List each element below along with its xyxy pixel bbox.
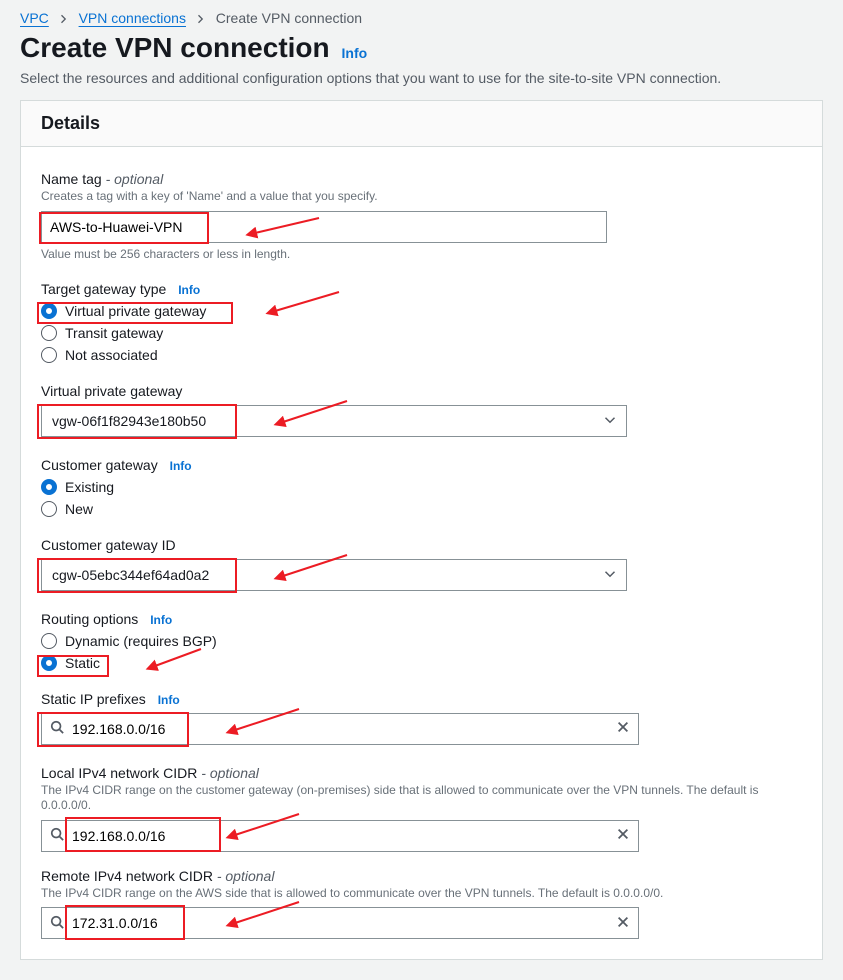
info-link[interactable]: Info	[158, 693, 180, 707]
field-local-cidr: Local IPv4 network CIDR - optional The I…	[41, 765, 802, 852]
field-cgw-id: Customer gateway ID cgw-05ebc344ef64ad0a…	[41, 537, 802, 591]
radio-label: Static	[65, 655, 100, 671]
breadcrumb-mid[interactable]: VPN connections	[79, 10, 186, 26]
radio-label: Existing	[65, 479, 114, 495]
static-prefixes-input-wrap	[41, 713, 639, 745]
radio-new[interactable]: New	[41, 501, 802, 517]
clear-icon[interactable]	[616, 827, 630, 844]
chevron-right-icon	[59, 14, 69, 24]
label-text: Customer gateway	[41, 457, 158, 473]
radio-icon	[41, 633, 57, 649]
radio-dynamic[interactable]: Dynamic (requires BGP)	[41, 633, 802, 649]
name-tag-constraint: Value must be 256 characters or less in …	[41, 247, 802, 261]
info-link[interactable]: Info	[150, 613, 172, 627]
clear-icon[interactable]	[616, 720, 630, 737]
caret-down-icon	[604, 413, 616, 429]
local-cidr-input[interactable]	[72, 821, 608, 851]
optional-suffix: - optional	[102, 171, 163, 187]
caret-down-icon	[604, 567, 616, 583]
routing-label: Routing options Info	[41, 611, 802, 627]
field-routing: Routing options Info Dynamic (requires B…	[41, 611, 802, 671]
radio-icon	[41, 501, 57, 517]
local-cidr-input-wrap	[41, 820, 639, 852]
info-link[interactable]: Info	[170, 459, 192, 473]
radio-icon	[41, 479, 57, 495]
remote-cidr-input[interactable]	[72, 908, 608, 938]
radio-vgw[interactable]: Virtual private gateway	[41, 303, 802, 319]
details-panel: Details Name tag - optional Creates a ta…	[20, 100, 823, 960]
cgw-id-label: Customer gateway ID	[41, 537, 802, 553]
optional-suffix: - optional	[213, 868, 274, 884]
radio-icon	[41, 347, 57, 363]
radio-label: Dynamic (requires BGP)	[65, 633, 217, 649]
radio-label: New	[65, 501, 93, 517]
search-icon	[50, 720, 64, 737]
select-value: vgw-06f1f82943e180b50	[52, 413, 206, 429]
radio-label: Not associated	[65, 347, 158, 363]
name-tag-label: Name tag - optional	[41, 171, 802, 187]
local-cidr-label: Local IPv4 network CIDR - optional	[41, 765, 802, 781]
local-cidr-desc: The IPv4 CIDR range on the customer gate…	[41, 783, 802, 814]
radio-label: Virtual private gateway	[65, 303, 206, 319]
page-title: Create VPN connection	[20, 32, 330, 63]
radio-static[interactable]: Static	[41, 655, 802, 671]
field-name-tag: Name tag - optional Creates a tag with a…	[41, 171, 802, 261]
radio-tgw[interactable]: Transit gateway	[41, 325, 802, 341]
chevron-right-icon	[196, 14, 206, 24]
field-remote-cidr: Remote IPv4 network CIDR - optional The …	[41, 868, 802, 940]
remote-cidr-input-wrap	[41, 907, 639, 939]
vgw-label: Virtual private gateway	[41, 383, 802, 399]
cgw-label: Customer gateway Info	[41, 457, 802, 473]
search-icon	[50, 827, 64, 844]
select-value: cgw-05ebc344ef64ad0a2	[52, 567, 209, 583]
radio-not-associated[interactable]: Not associated	[41, 347, 802, 363]
label-text: Static IP prefixes	[41, 691, 146, 707]
details-title: Details	[21, 101, 822, 147]
vgw-select[interactable]: vgw-06f1f82943e180b50	[41, 405, 627, 437]
page-header: Create VPN connection Info Select the re…	[0, 26, 843, 100]
target-type-label: Target gateway type Info	[41, 281, 802, 297]
radio-label: Transit gateway	[65, 325, 163, 341]
radio-icon	[41, 655, 57, 671]
radio-icon	[41, 303, 57, 319]
breadcrumb-root[interactable]: VPC	[20, 10, 49, 26]
breadcrumb: VPC VPN connections Create VPN connectio…	[0, 0, 843, 26]
field-target-gateway-type: Target gateway type Info Virtual private…	[41, 281, 802, 363]
label-text: Local IPv4 network CIDR	[41, 765, 197, 781]
radio-icon	[41, 325, 57, 341]
label-text: Target gateway type	[41, 281, 166, 297]
clear-icon[interactable]	[616, 915, 630, 932]
name-tag-input[interactable]	[41, 211, 607, 243]
static-prefixes-input[interactable]	[72, 714, 608, 744]
page-subtitle: Select the resources and additional conf…	[20, 70, 823, 86]
radio-existing[interactable]: Existing	[41, 479, 802, 495]
search-icon	[50, 915, 64, 932]
breadcrumb-current: Create VPN connection	[216, 10, 362, 26]
label-text: Remote IPv4 network CIDR	[41, 868, 213, 884]
field-vgw: Virtual private gateway vgw-06f1f82943e1…	[41, 383, 802, 437]
info-link[interactable]: Info	[342, 45, 368, 61]
remote-cidr-desc: The IPv4 CIDR range on the AWS side that…	[41, 886, 802, 902]
info-link[interactable]: Info	[178, 283, 200, 297]
cgw-id-select[interactable]: cgw-05ebc344ef64ad0a2	[41, 559, 627, 591]
static-prefixes-label: Static IP prefixes Info	[41, 691, 802, 707]
field-customer-gateway: Customer gateway Info Existing New	[41, 457, 802, 517]
field-static-prefixes: Static IP prefixes Info	[41, 691, 802, 745]
name-tag-desc: Creates a tag with a key of 'Name' and a…	[41, 189, 802, 205]
label-text: Routing options	[41, 611, 138, 627]
remote-cidr-label: Remote IPv4 network CIDR - optional	[41, 868, 802, 884]
optional-suffix: - optional	[197, 765, 258, 781]
label-text: Name tag	[41, 171, 102, 187]
